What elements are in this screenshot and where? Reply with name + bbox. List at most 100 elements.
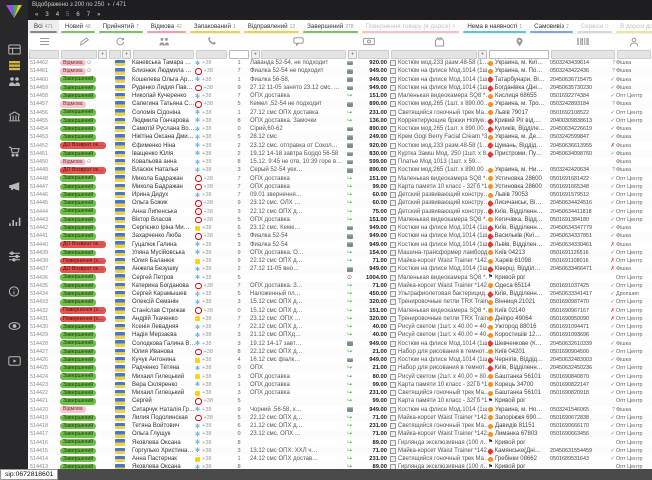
table-row[interactable]: 514424 Завершений Михаил Гилецький +38 3… — [28, 373, 652, 381]
filter-address[interactable] — [488, 49, 550, 59]
column-header-address-pin-icon[interactable] — [488, 34, 550, 49]
sidebar-item-clients[interactable] — [5, 74, 23, 88]
tab-status[interactable]: Самовивіз2 — [528, 20, 575, 33]
table-row[interactable]: 514452 ДО Возврат ок… Єфименко Ніна ✻+38… — [28, 142, 652, 150]
table-row[interactable]: 514422 Завершений Михаил Гилецький +38 3… — [28, 389, 652, 397]
column-header-client-people-icon[interactable] — [132, 34, 195, 49]
filter-status[interactable]: ▾ — [60, 49, 108, 59]
table-row[interactable]: 514427 Завершений Юлия Иванова +38 8 22.… — [28, 348, 652, 356]
sidebar-item-settings-sliders[interactable] — [5, 249, 23, 263]
sidebar-item-orders[interactable] — [5, 58, 23, 72]
table-row[interactable]: 514459 Завершений Руденко Лидия Пав… +38… — [28, 84, 652, 92]
tab-status[interactable]: Відправлений12 — [242, 20, 301, 33]
table-row[interactable]: 514451 Завершений Іващенко Юлія ✻+38 2 1… — [28, 150, 652, 158]
column-header-sum-banknote-icon[interactable] — [347, 34, 390, 49]
table-row[interactable]: 514448 Завершений Микола Бадражан +38 7 … — [28, 175, 652, 183]
table-row[interactable]: 514432 Повернення (з… Станіслав Стрижак … — [28, 307, 652, 315]
table-row[interactable]: 514462 Відмова⊙ Каневська Тамара … ✻+38 … — [28, 59, 652, 67]
table-row[interactable]: 514453 Завершений Нікітіна Оксана Дми… ✻… — [28, 133, 652, 141]
column-header-id[interactable] — [28, 34, 60, 49]
table-row[interactable]: 514442 Завершений Сергієнко Іріна Ми… +3… — [28, 224, 652, 232]
table-row[interactable]: 514439 Завершений Уляна Мусійовська ✻+38… — [28, 249, 652, 257]
tab-status[interactable]: Відмова42 — [145, 20, 188, 33]
table-row[interactable]: 514447 Завершений Микола Бадражан +38 7 … — [28, 183, 652, 191]
filter-source[interactable] — [616, 49, 652, 59]
sidebar-item-reports-chart[interactable] — [5, 214, 23, 228]
pagination-page-5[interactable]: 5 — [63, 12, 72, 18]
column-header-country-refresh-icon[interactable] — [108, 34, 132, 49]
table-row[interactable]: 514423 Завершений Вера Скляренко ✻+38 1 … — [28, 381, 652, 389]
table-row[interactable]: 514430 Завершений Ксенія Левадняя ✻+38 7… — [28, 323, 652, 331]
column-header-phone-icon[interactable] — [195, 34, 228, 49]
tab-status[interactable]: В дорозі додому0 — [614, 20, 652, 33]
column-header-product-bag-icon[interactable] — [390, 34, 488, 49]
table-row[interactable]: 514455 Завершений Людмила Гончарова ✻+38… — [28, 117, 652, 125]
table-row[interactable]: 514445 Завершений Ольга Божик +38 9 23.1… — [28, 199, 652, 207]
table-row[interactable]: 514428 Завершений Солодкова Галина В… ✻+… — [28, 340, 652, 348]
table-row[interactable]: 514425 Завершений Радченко Тетяна ✻+38 0… — [28, 364, 652, 372]
tab-status[interactable]: Завершений278 — [301, 20, 359, 33]
filter-comment-dropdown[interactable]: ▾ — [251, 50, 260, 59]
sidebar-item-purchases-cart[interactable] — [5, 144, 23, 158]
column-header-status-pencil-icon[interactable] — [60, 34, 108, 49]
table-row[interactable]: 514449 ДО Возврат ок… Власюк Наталья ✻+3… — [28, 166, 652, 174]
sidebar-item-dashboard[interactable] — [5, 42, 23, 56]
tab-status[interactable]: Сервіси0 — [575, 20, 614, 33]
pagination-page-7[interactable]: 7 — [84, 12, 93, 18]
table-row[interactable]: 514444 Завершений Анна Липенська +38 3 2… — [28, 208, 652, 216]
table-row[interactable]: 514426 Завершений Кучук Антонина +38 4 1… — [28, 356, 652, 364]
table-row[interactable]: 514441 Завершений Захарченко Люба +38 5 … — [28, 232, 652, 240]
table-row[interactable]: 514460 Завершений Кошелева Ольга Ар… ✻+3… — [28, 76, 652, 84]
pagination-last-button[interactable]: » — [94, 12, 103, 18]
pagination-first-button[interactable]: « — [32, 12, 41, 18]
table-row[interactable]: 514458 Завершений Николай Кучеренко ✻+38… — [28, 92, 652, 100]
filter-product-dropdown[interactable]: ▾ — [478, 50, 487, 59]
sidebar-item-warehouse[interactable] — [5, 109, 23, 123]
filter-sum[interactable]: ▾ — [347, 49, 390, 59]
sidebar-item-monitor-eye[interactable] — [5, 319, 23, 333]
filter-country-dropdown[interactable]: ▾ — [122, 50, 131, 59]
table-row[interactable]: 514433 Завершений Олексій Семанін ✻+38 3… — [28, 298, 652, 306]
tab-status[interactable]: Повернення товару (в дорозі)0 — [360, 20, 462, 33]
filter-product[interactable]: ▾ — [390, 49, 488, 59]
tab-status[interactable]: Запакований1 — [188, 20, 242, 33]
tab-status[interactable]: Всі471 — [28, 20, 59, 33]
table-row[interactable]: 514418 Завершений Тетяна Войтович ✻+38 6… — [28, 422, 652, 430]
filter-client[interactable] — [132, 49, 195, 59]
tab-status[interactable]: Новий48 — [59, 20, 97, 33]
table-row[interactable]: 514435 Завершений Катерина Богданова +38… — [28, 282, 652, 290]
table-row[interactable]: 514454 Завершений Самотій Руслана Во… ✻+… — [28, 125, 652, 133]
column-header-tracking-barcode-icon[interactable] — [550, 34, 616, 49]
filter-tracking[interactable] — [550, 49, 616, 59]
pagination-page-3[interactable]: 3 — [42, 12, 51, 18]
table-row[interactable]: 514446 Завершений Ирина Дидух ✻+38 7 09.… — [28, 191, 652, 199]
column-header-comment-bubble-icon[interactable] — [250, 34, 347, 49]
filter-id[interactable] — [28, 49, 60, 59]
filter-phone[interactable] — [195, 49, 228, 59]
tab-status[interactable]: Прийнятий7 — [97, 20, 145, 33]
table-row[interactable]: 514437 ДО Возврат ок… Анжела Безушку ✻+3… — [28, 265, 652, 273]
sidebar-item-marketing-megaphone[interactable] — [5, 179, 23, 193]
column-header-count[interactable] — [228, 34, 250, 49]
table-row[interactable]: 514417 Завершений Ольга Глущук ✻+38 0 23… — [28, 430, 652, 438]
table-row[interactable]: 514436 Завершений Сергей Петров ✻+38 5 ⊙… — [28, 274, 652, 282]
filter-country[interactable]: ▾ — [108, 49, 132, 59]
filter-comment[interactable]: ▾ — [250, 49, 347, 59]
table-row[interactable]: 514431 Повернення (з… Андрій Ткаченко +3… — [28, 315, 652, 323]
sidebar-item-video-tutorials[interactable] — [5, 354, 23, 368]
table-row[interactable]: 514443 Завершений Віктор Власов +38 5 ОП… — [28, 216, 652, 224]
table-row[interactable]: 514429 Завершений Надія Мерзаєва ✻+38 3 … — [28, 331, 652, 339]
table-row[interactable]: 514421 Завершений Сергей +38 5 ↪99.00 Ка… — [28, 397, 652, 405]
table-row[interactable]: 514450 Відмова⊙ Ковальова анна ✻+38 8 15… — [28, 158, 652, 166]
pagination-page-4[interactable]: 4 — [53, 12, 62, 18]
filter-status-dropdown[interactable]: ▾ — [98, 50, 107, 59]
pagination-page-6[interactable]: 6 — [73, 12, 82, 18]
table-row[interactable]: 514438 Повернення (з… Юлия Баланюк +38 9… — [28, 257, 652, 265]
table-row[interactable]: 514419 Завершений Лилия Подолинская +38 … — [28, 414, 652, 422]
tab-status[interactable]: Нема в наявності1 — [461, 20, 528, 33]
table-row[interactable]: 514440 ДО Возврат ок… Гуцалюк Галина ✻+3… — [28, 241, 652, 249]
column-header-source-person-icon[interactable] — [616, 34, 652, 49]
sidebar-item-info[interactable] — [5, 284, 23, 298]
table-row[interactable]: 514457 Відмова Сапегина Татьяна С… +38 5… — [28, 100, 652, 108]
table-row[interactable]: 514461 Відмова⊙ Близнюк Людмила … +38 7 … — [28, 67, 652, 75]
